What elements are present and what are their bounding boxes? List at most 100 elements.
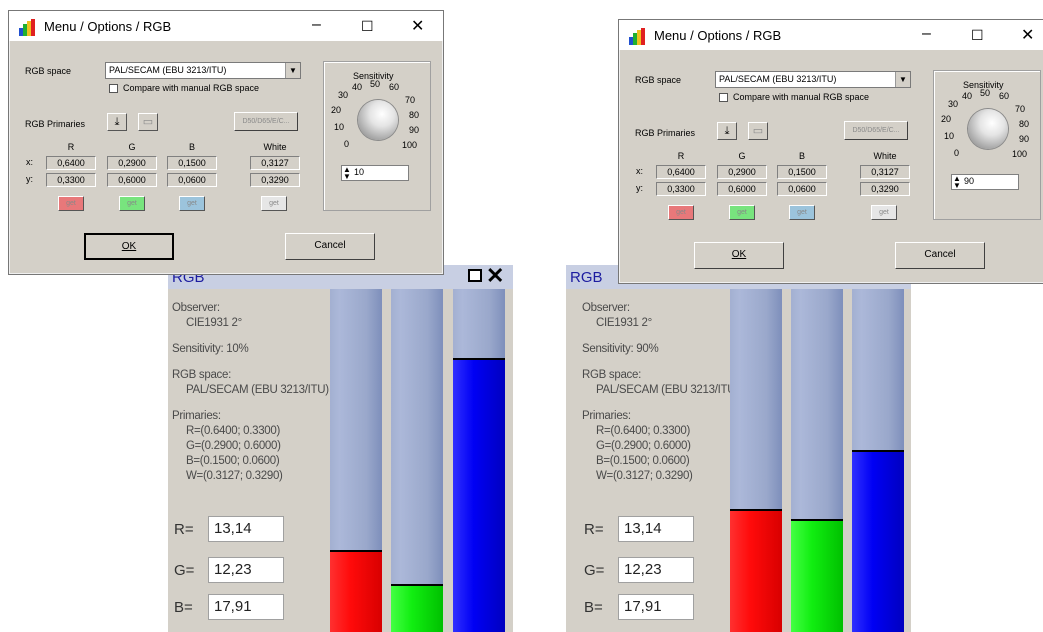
b-value[interactable]: 17,91 bbox=[208, 594, 284, 620]
ok-button[interactable]: OK bbox=[84, 233, 174, 260]
dialog-body: RGB space PAL/SECAM (EBU 3213/ITU) ▼ Com… bbox=[620, 50, 1043, 282]
x-r-cell[interactable]: 0,6400 bbox=[46, 156, 96, 170]
compare-checkbox[interactable] bbox=[109, 84, 118, 93]
y-white-cell[interactable]: 0,3290 bbox=[250, 173, 300, 187]
y-white-cell[interactable]: 0,3290 bbox=[860, 182, 910, 196]
x-white-cell[interactable]: 0,3127 bbox=[250, 156, 300, 170]
x-b-cell[interactable]: 0,1500 bbox=[167, 156, 217, 170]
dial-tick-60: 60 bbox=[389, 82, 400, 92]
primaries-label: Primaries: bbox=[172, 410, 221, 422]
y-g-cell[interactable]: 0,6000 bbox=[107, 173, 157, 187]
g-value[interactable]: 12,23 bbox=[208, 557, 284, 583]
dialog-title: Menu / Options / RGB bbox=[44, 19, 172, 34]
x-white-cell[interactable]: 0,3127 bbox=[860, 165, 910, 179]
illuminant-button[interactable]: D50/D65/E/C... bbox=[234, 112, 298, 131]
get-b-button[interactable]: get bbox=[789, 205, 815, 220]
col-b-header: B bbox=[188, 142, 195, 152]
rgb-space-select[interactable]: PAL/SECAM (EBU 3213/ITU) ▼ bbox=[715, 71, 911, 88]
dialog-titlebar[interactable]: Menu / Options / RGB – ☐ ✕ bbox=[619, 20, 1043, 50]
rgb-space-value: PAL/SECAM (EBU 3213/ITU) bbox=[596, 384, 739, 396]
col-r-header: R bbox=[677, 151, 685, 161]
maximize-icon[interactable]: ☐ bbox=[361, 18, 374, 35]
app-logo-icon bbox=[19, 19, 35, 36]
import-icon[interactable]: ⤓ bbox=[717, 122, 737, 140]
get-b-button[interactable]: get bbox=[179, 196, 205, 211]
b-label: B= bbox=[584, 599, 603, 616]
sensitivity-spinner[interactable]: ▲ ▼ 10 bbox=[341, 165, 409, 181]
g-value-row: G= 12,23 bbox=[174, 557, 284, 583]
cancel-button[interactable]: Cancel bbox=[285, 233, 375, 260]
illuminant-button[interactable]: D50/D65/E/C... bbox=[844, 121, 908, 140]
dial-tick-10: 10 bbox=[944, 131, 955, 141]
dial-tick-50: 50 bbox=[370, 79, 381, 89]
folder-icon[interactable]: ▭ bbox=[748, 122, 768, 140]
get-r-button[interactable]: get bbox=[668, 205, 694, 220]
dialog-titlebar[interactable]: Menu / Options / RGB – ☐ ✕ bbox=[9, 11, 443, 41]
x-g-cell[interactable]: 0,2900 bbox=[717, 165, 767, 179]
get-r-button[interactable]: get bbox=[58, 196, 84, 211]
y-r-cell[interactable]: 0,3300 bbox=[46, 173, 96, 187]
spinner-arrows-icon[interactable]: ▲ ▼ bbox=[343, 166, 351, 181]
x-g-cell[interactable]: 0,2900 bbox=[107, 156, 157, 170]
observer-value: CIE1931 2° bbox=[186, 317, 242, 329]
y-g-cell[interactable]: 0,6000 bbox=[717, 182, 767, 196]
observer-value: CIE1931 2° bbox=[596, 317, 652, 329]
rgb-space-label: RGB space: bbox=[582, 369, 641, 381]
rgb-space-select[interactable]: PAL/SECAM (EBU 3213/ITU) ▼ bbox=[105, 62, 301, 79]
primary-g: G=(0.2900; 0.6000) bbox=[186, 440, 281, 452]
dial-tick-40: 40 bbox=[352, 82, 363, 92]
compare-checkbox[interactable] bbox=[719, 93, 728, 102]
app-logo-icon bbox=[629, 28, 645, 45]
maximize-icon[interactable]: ☐ bbox=[971, 27, 984, 44]
rgb-space-select-value: PAL/SECAM (EBU 3213/ITU) bbox=[719, 74, 837, 84]
chevron-down-icon[interactable]: ▼ bbox=[285, 63, 300, 78]
get-white-button[interactable]: get bbox=[261, 196, 287, 211]
folder-icon[interactable]: ▭ bbox=[138, 113, 158, 131]
primary-b: B=(0.1500; 0.0600) bbox=[596, 455, 690, 467]
blue-bar bbox=[852, 289, 904, 632]
y-r-cell[interactable]: 0,3300 bbox=[656, 182, 706, 196]
x-row-label: x: bbox=[26, 157, 34, 167]
dialog-title: Menu / Options / RGB bbox=[654, 28, 782, 43]
get-g-button[interactable]: get bbox=[119, 196, 145, 211]
dial-tick-100: 100 bbox=[402, 140, 418, 150]
compare-label: Compare with manual RGB space bbox=[733, 92, 870, 102]
r-value[interactable]: 13,14 bbox=[618, 516, 694, 542]
x-r-cell[interactable]: 0,6400 bbox=[656, 165, 706, 179]
y-b-cell[interactable]: 0,0600 bbox=[777, 182, 827, 196]
x-b-cell[interactable]: 0,1500 bbox=[777, 165, 827, 179]
dial-tick-60: 60 bbox=[999, 91, 1010, 101]
b-value[interactable]: 17,91 bbox=[618, 594, 694, 620]
r-value[interactable]: 13,14 bbox=[208, 516, 284, 542]
get-white-button[interactable]: get bbox=[871, 205, 897, 220]
close-icon[interactable]: ✕ bbox=[1021, 25, 1034, 45]
y-b-cell[interactable]: 0,0600 bbox=[167, 173, 217, 187]
col-r-header: R bbox=[67, 142, 75, 152]
close-icon[interactable]: ✕ bbox=[486, 265, 504, 287]
cancel-button[interactable]: Cancel bbox=[895, 242, 985, 269]
spinner-arrows-icon[interactable]: ▲ ▼ bbox=[953, 175, 961, 190]
close-icon[interactable]: ✕ bbox=[411, 16, 424, 36]
b-value-row: B= 17,91 bbox=[174, 594, 284, 620]
dial-tick-0: 0 bbox=[344, 139, 350, 149]
sensitivity-knob[interactable] bbox=[968, 109, 1008, 149]
dial-tick-90: 90 bbox=[409, 125, 420, 135]
minimize-icon[interactable]: – bbox=[312, 16, 321, 34]
import-icon[interactable]: ⤓ bbox=[107, 113, 127, 131]
r-label: R= bbox=[584, 521, 604, 538]
sensitivity-text: Sensitivity: 90% bbox=[582, 343, 659, 355]
sensitivity-knob[interactable] bbox=[358, 100, 398, 140]
g-value[interactable]: 12,23 bbox=[618, 557, 694, 583]
red-bar-fill bbox=[730, 508, 782, 632]
r-value-row: R= 13,14 bbox=[584, 516, 694, 542]
dial-tick-90: 90 bbox=[1019, 134, 1030, 144]
chevron-down-icon[interactable]: ▼ bbox=[895, 72, 910, 87]
rgb-space-select-value: PAL/SECAM (EBU 3213/ITU) bbox=[109, 65, 227, 75]
maximize-icon[interactable] bbox=[468, 269, 482, 282]
ok-button[interactable]: OK bbox=[694, 242, 784, 269]
get-g-button[interactable]: get bbox=[729, 205, 755, 220]
sensitivity-spinner[interactable]: ▲ ▼ 90 bbox=[951, 174, 1019, 190]
blue-bar-fill bbox=[852, 450, 904, 632]
dial-tick-50: 50 bbox=[980, 88, 991, 98]
minimize-icon[interactable]: – bbox=[922, 25, 931, 43]
